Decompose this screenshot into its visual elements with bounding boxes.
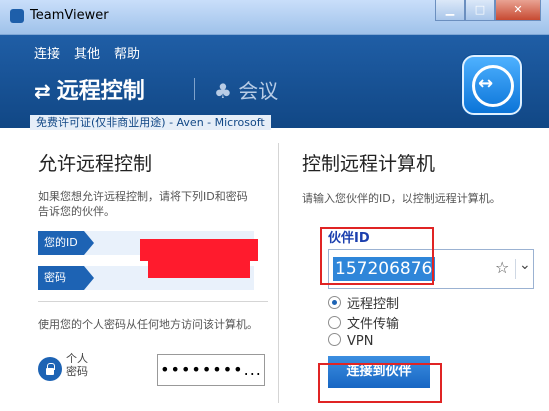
highlight-box-partner-id [320,227,434,285]
menu-help[interactable]: 帮助 [114,43,140,62]
allow-remote-pane: 允许远程控制 如果您想允许远程控制，请将下列ID和密码告诉您的伙伴。 您的ID … [26,131,270,411]
radio-empty-icon [328,316,341,329]
lock-icon [38,357,62,381]
tab-remote-control[interactable]: ⇄ 远程控制 [34,73,145,105]
personal-password-label: 个人 密码 [66,352,88,378]
radio-file-transfer[interactable]: 文件传输 [328,313,399,332]
license-info: 免费许可证(仅非商业用途) - Aven - Microsoft [30,115,271,130]
meeting-icon: ♣ [214,79,232,103]
control-remote-pane: 控制远程计算机 请输入您伙伴的ID，以控制远程计算机。 伙伴ID 1572068… [288,131,536,411]
allow-remote-desc: 如果您想允许远程控制，请将下列ID和密码告诉您的伙伴。 [38,190,248,218]
redaction-mark [148,261,250,278]
menu-connect[interactable]: 连接 [34,43,60,62]
teamviewer-logo-icon: ↔ [462,55,522,115]
tab-separator [194,78,195,100]
window-controls: ▁ □ ✕ [435,0,541,21]
menu-bar: 连接 其他 帮助 [34,43,140,62]
control-remote-desc: 请输入您伙伴的ID，以控制远程计算机。 [302,192,501,205]
content-area: 允许远程控制 如果您想允许远程控制，请将下列ID和密码告诉您的伙伴。 您的ID … [26,131,536,411]
window-title: TeamViewer [30,8,109,23]
pane-divider [278,143,279,403]
radio-vpn[interactable]: VPN [328,333,373,349]
personal-password-field[interactable]: ••••••••... [157,354,265,386]
menu-other[interactable]: 其他 [74,43,100,62]
your-id-label: 您的ID [38,231,94,255]
input-separator [515,259,516,279]
swap-arrows-icon: ⇄ [34,79,51,103]
redaction-mark [140,239,258,261]
close-button[interactable]: ✕ [495,0,541,21]
divider-line [38,301,268,302]
radio-remote-control[interactable]: 远程控制 [328,293,399,312]
star-icon[interactable]: ☆ [495,258,509,277]
minimize-button[interactable]: ▁ [435,0,465,21]
chevron-down-icon[interactable]: ⌄ [519,257,531,273]
maximize-button[interactable]: □ [465,0,495,21]
personal-password-desc: 使用您的个人密码从任何地方访问该计算机。 [38,318,258,331]
tab-meeting[interactable]: ♣ 会议 [214,75,278,104]
radio-empty-icon [328,333,341,346]
allow-remote-title: 允许远程控制 [38,153,153,175]
teamviewer-window: TeamViewer ▁ □ ✕ 连接 其他 帮助 ⇄ 远程控制 ♣ 会议 ↔ 免… [0,0,549,411]
teamviewer-app-icon [10,9,24,23]
password-label: 密码 [38,266,94,290]
control-remote-title: 控制远程计算机 [302,153,436,175]
radio-selected-icon [328,296,341,309]
highlight-box-connect [318,363,442,403]
title-bar: TeamViewer ▁ □ ✕ [0,0,549,35]
